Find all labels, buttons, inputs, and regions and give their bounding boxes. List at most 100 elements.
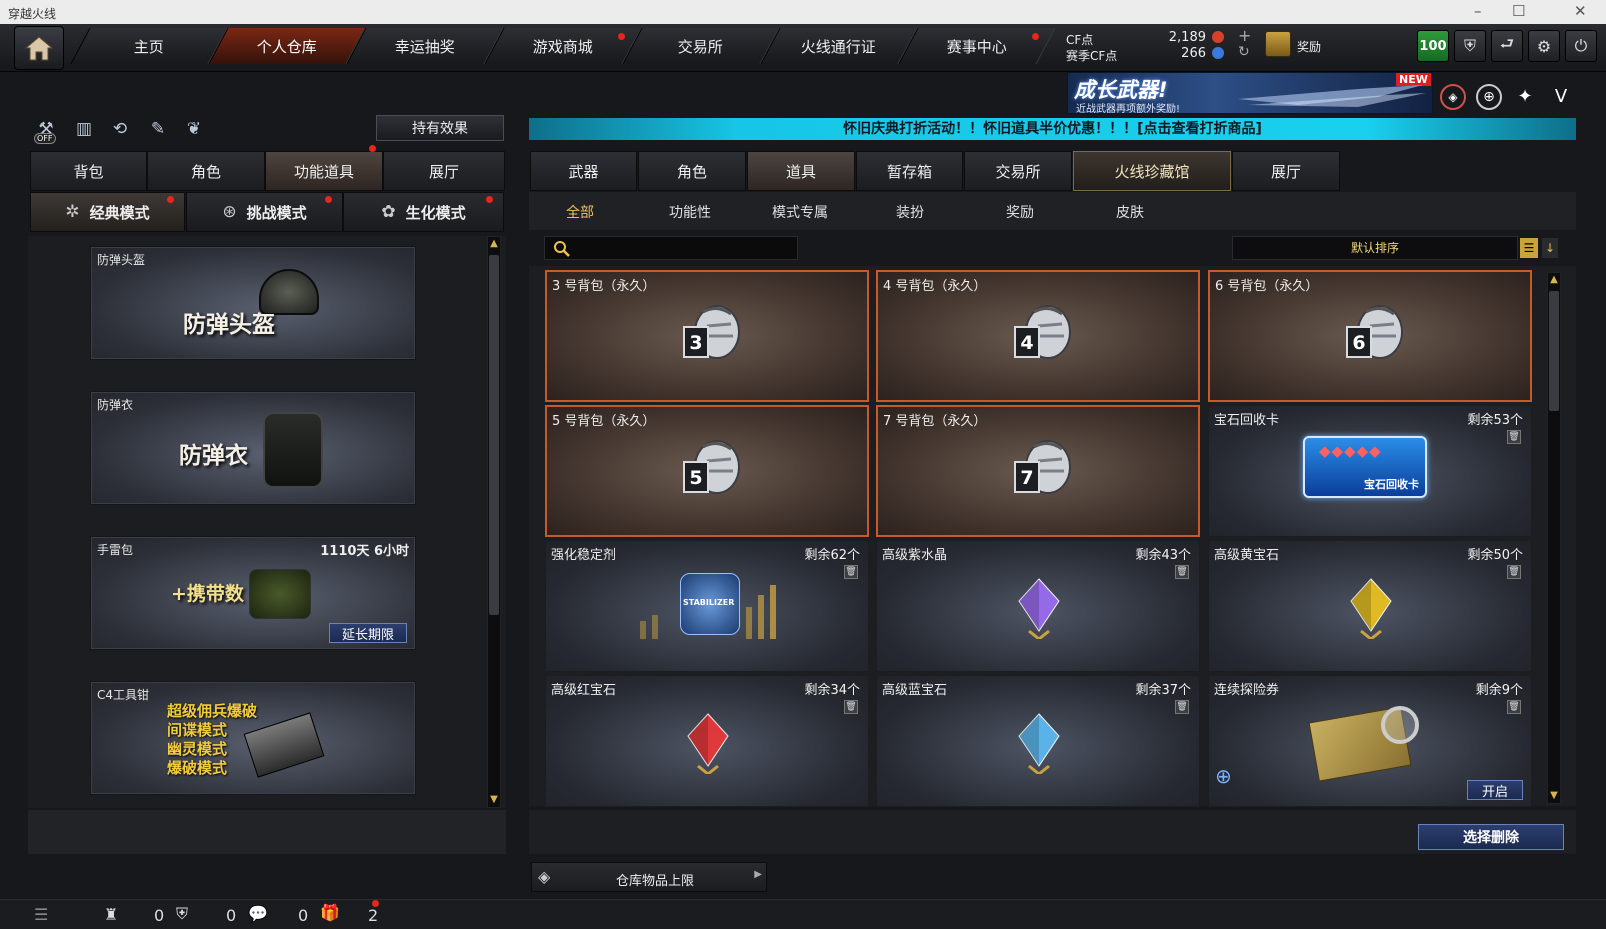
item-card-1[interactable]: 3 号背包（永久） 3 — [545, 270, 869, 402]
left-scrollbar[interactable]: ▲ ▼ — [487, 236, 501, 808]
item-card-9[interactable]: 高级黄宝石 剩余50个 🗑 — [1208, 540, 1532, 672]
promo-marquee[interactable]: 怀旧庆典打折活动！！怀旧道具半价优惠！！！[点击查看打折商品] — [529, 118, 1576, 140]
item-card-2[interactable]: 4 号背包（永久） 4 — [876, 270, 1200, 402]
search-field[interactable] — [575, 239, 790, 257]
item-name: 高级紫水晶 — [882, 548, 948, 563]
stats-icon[interactable]: ▥ — [70, 115, 98, 143]
left-card-1[interactable]: 防弹头盔 防弹头盔 — [90, 246, 416, 360]
sort-dropdown[interactable]: 默认排序 — [1232, 236, 1518, 260]
subtab-5[interactable]: 奖励 — [970, 202, 1070, 224]
item-card-10[interactable]: 高级红宝石 剩余34个 🗑 — [545, 675, 869, 807]
select-delete-button[interactable]: 选择删除 — [1418, 824, 1564, 850]
gift-icon[interactable]: 🎁 — [320, 903, 340, 922]
grenade-icon[interactable]: ❦ — [180, 115, 208, 143]
nav-tab-3[interactable]: 幸运抽奖 — [346, 28, 504, 64]
holding-effect-button[interactable]: 持有效果 — [376, 115, 504, 141]
right-tab-6[interactable]: 火线珍藏馆 — [1073, 151, 1231, 191]
nav-tab-2[interactable]: 个人仓库 — [208, 28, 366, 64]
right-tab-1[interactable]: 武器 — [530, 151, 637, 191]
right-tab-4[interactable]: 暂存箱 — [856, 151, 963, 191]
minimize-icon[interactable]: – — [1474, 2, 1482, 20]
sort-direction-icon[interactable]: ↓ — [1542, 238, 1558, 258]
open-button[interactable]: 开启 — [1467, 780, 1523, 800]
chat-icon[interactable]: 💬 — [248, 904, 268, 923]
left-card-4[interactable]: C4工具钳 超级佣兵爆破 间谍模式 幽灵模式 爆破模式 — [90, 681, 416, 795]
left-scroll-thumb[interactable] — [489, 255, 499, 615]
scroll-up-icon[interactable]: ▲ — [488, 237, 500, 251]
spray-icon[interactable]: ✎ — [144, 115, 172, 143]
star-event-icon[interactable]: ✦ — [1512, 84, 1538, 110]
item-card-7[interactable]: 强化稳定剂 剩余62个 🗑 STABILIZER — [545, 540, 869, 672]
gear-icon[interactable]: ⚙ — [1528, 30, 1560, 62]
menu-icon[interactable]: ☰ — [34, 905, 48, 924]
growth-weapon-banner[interactable]: 成长武器! 近战武器再项额外奖励! NEW — [1067, 72, 1433, 115]
bag-number: 6 — [1346, 326, 1372, 358]
grid-scroll-down-icon[interactable]: ▼ — [1548, 789, 1560, 803]
item-remaining: 剩余9个 — [1475, 683, 1523, 698]
extend-button[interactable]: 延长期限 — [329, 623, 407, 643]
scroll-down-icon[interactable]: ▼ — [488, 793, 500, 807]
left-card-3[interactable]: 手雷包 1110天 6小时 +携带数 延长期限 — [90, 536, 416, 650]
left-tab-3[interactable]: 功能道具 — [265, 151, 383, 191]
mode-tab-1[interactable]: ✲ 经典模式 — [30, 192, 185, 232]
trash-icon[interactable]: 🗑 — [844, 700, 858, 714]
right-tab-2[interactable]: 角色 — [638, 151, 746, 191]
left-tab-1[interactable]: 背包 — [30, 151, 147, 191]
trash-icon[interactable]: 🗑 — [1507, 430, 1521, 444]
expand-arrow-icon: ▶ — [754, 869, 762, 880]
item-card-11[interactable]: 高级蓝宝石 剩余37个 🗑 — [876, 675, 1200, 807]
search-input[interactable] — [544, 236, 798, 260]
maximize-icon[interactable]: ☐ — [1512, 2, 1525, 20]
item-card-4[interactable]: 5 号背包（永久） 5 — [545, 405, 869, 537]
badge-event-icon[interactable]: ◈ — [1440, 84, 1466, 110]
right-scrollbar[interactable]: ▲ ▼ — [1547, 272, 1561, 804]
backpack-icon: 3 — [683, 302, 741, 364]
trash-icon[interactable]: 🗑 — [1507, 700, 1521, 714]
shield-icon[interactable]: ⛨ — [1454, 30, 1486, 62]
right-tab-7[interactable]: 展厅 — [1232, 151, 1340, 191]
item-card-3[interactable]: 6 号背包（永久） 6 — [1208, 270, 1532, 402]
mode-tab-2[interactable]: ⊛ 挑战模式 — [186, 192, 343, 232]
right-tab-5[interactable]: 交易所 — [964, 151, 1072, 191]
history-icon[interactable]: ⟲ — [106, 115, 134, 143]
item-card-5[interactable]: 7 号背包（永久） 7 — [876, 405, 1200, 537]
trash-icon[interactable]: 🗑 — [844, 565, 858, 579]
exit-room-icon[interactable]: ⮐ — [1491, 30, 1523, 62]
refresh-icon[interactable]: ↻ — [1238, 44, 1250, 60]
reward-icon[interactable] — [1265, 31, 1291, 57]
card-label: 手雷包 — [97, 543, 134, 557]
subtab-4[interactable]: 装扮 — [860, 202, 960, 224]
level-badge[interactable]: 100 — [1417, 30, 1449, 62]
trash-icon[interactable]: 🗑 — [1507, 565, 1521, 579]
right-tab-3[interactable]: 道具 — [747, 151, 855, 191]
list-view-icon[interactable]: ☰ — [1520, 238, 1538, 258]
left-card-2[interactable]: 防弹衣 防弹衣 — [90, 391, 416, 505]
item-card-8[interactable]: 高级紫水晶 剩余43个 🗑 — [876, 540, 1200, 672]
subtab-6[interactable]: 皮肤 — [1080, 202, 1180, 224]
item-card-12[interactable]: 连续探险券 剩余9个 🗑 ⊕ 开启 — [1208, 675, 1532, 807]
nav-tab-1[interactable]: 主页 — [70, 28, 228, 64]
v-event-icon[interactable]: V — [1548, 84, 1574, 110]
home-button[interactable] — [14, 26, 64, 70]
toggle-off-icon[interactable]: OFF ⚒ — [32, 115, 60, 144]
power-icon[interactable]: ⏻ — [1565, 30, 1597, 62]
left-tab-4[interactable]: 展厅 — [383, 151, 505, 191]
subtab-3[interactable]: 模式专属 — [750, 202, 850, 224]
add-cf-icon[interactable]: + — [1238, 26, 1251, 45]
friends-icon[interactable]: ♜ — [104, 905, 118, 924]
clan-icon[interactable]: ⛨ — [176, 904, 188, 924]
grid-scroll-up-icon[interactable]: ▲ — [1548, 273, 1560, 287]
subtab-2[interactable]: 功能性 — [640, 202, 740, 224]
item-card-6[interactable]: 宝石回收卡 剩余53个 🗑 宝石回收卡 ◆◆◆◆◆ — [1208, 405, 1532, 537]
trash-icon[interactable]: 🗑 — [1175, 700, 1189, 714]
nav-tab-6[interactable]: 火线通行证 — [760, 28, 918, 64]
close-icon[interactable]: ✕ — [1574, 2, 1587, 20]
subtab-1[interactable]: 全部 — [530, 202, 630, 224]
globe-event-icon[interactable]: ⊕ — [1476, 84, 1502, 110]
left-tab-2[interactable]: 角色 — [147, 151, 265, 191]
grid-scroll-thumb[interactable] — [1549, 291, 1559, 411]
nav-tab-5[interactable]: 交易所 — [622, 28, 780, 64]
trash-icon[interactable]: 🗑 — [1175, 565, 1189, 579]
mode-tab-3[interactable]: ✿ 生化模式 — [343, 192, 504, 232]
warehouse-limit-bar[interactable]: ◈ 仓库物品上限 ▶ — [531, 862, 767, 892]
